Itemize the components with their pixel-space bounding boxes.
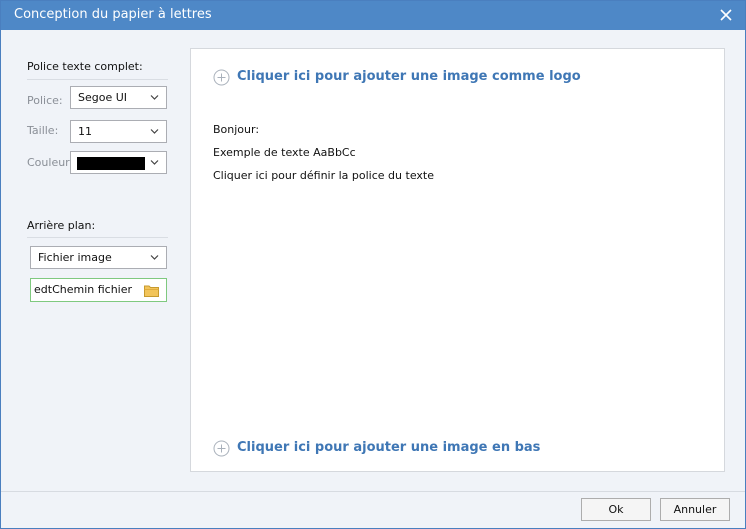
window-title: Conception du papier à lettres [14,7,212,22]
add-logo-text: Cliquer ici pour ajouter une image comme… [237,69,581,84]
ok-button[interactable]: Ok [581,498,651,521]
background-type-value: Fichier image [38,251,112,264]
chevron-down-icon [150,129,159,134]
file-path-value: edtChemin fichier [34,283,133,296]
background-section-divider [27,237,168,238]
greeting-text: Bonjour: [213,123,260,136]
couleur-label: Couleur: [27,156,74,169]
dialog-window: Conception du papier à lettres Police te… [0,0,746,529]
letterhead-preview: Cliquer ici pour ajouter une image comme… [190,48,725,472]
color-swatch [77,157,145,170]
plus-circle-icon [213,440,230,457]
chevron-down-icon [150,255,159,260]
font-section-divider [27,79,168,80]
police-label: Police: [27,94,63,107]
taille-value: 11 [78,125,92,138]
file-path-input[interactable]: edtChemin fichier [30,278,167,302]
background-section-title: Arrière plan: [27,219,96,232]
add-bottom-image-text: Cliquer ici pour ajouter une image en ba… [237,440,541,455]
sample-text: Exemple de texte AaBbCc [213,146,356,159]
folder-icon[interactable] [144,284,159,297]
sidebar: Police texte complet: Police: Segoe UI T… [2,30,178,491]
police-value: Segoe UI [78,91,128,104]
police-select[interactable]: Segoe UI [70,86,167,109]
cancel-button[interactable]: Annuler [660,498,730,521]
couleur-picker[interactable] [70,151,167,174]
font-section-title: Police texte complet: [27,60,143,73]
chevron-down-icon [150,160,159,165]
plus-circle-icon [213,69,230,86]
background-type-select[interactable]: Fichier image [30,246,167,269]
taille-select[interactable]: 11 [70,120,167,143]
chevron-down-icon [150,95,159,100]
set-font-link[interactable]: Cliquer ici pour définir la police du te… [213,169,434,182]
dialog-footer: Ok Annuler [1,491,745,528]
close-icon[interactable] [717,6,735,24]
title-bar: Conception du papier à lettres [1,1,745,30]
taille-label: Taille: [27,124,59,137]
